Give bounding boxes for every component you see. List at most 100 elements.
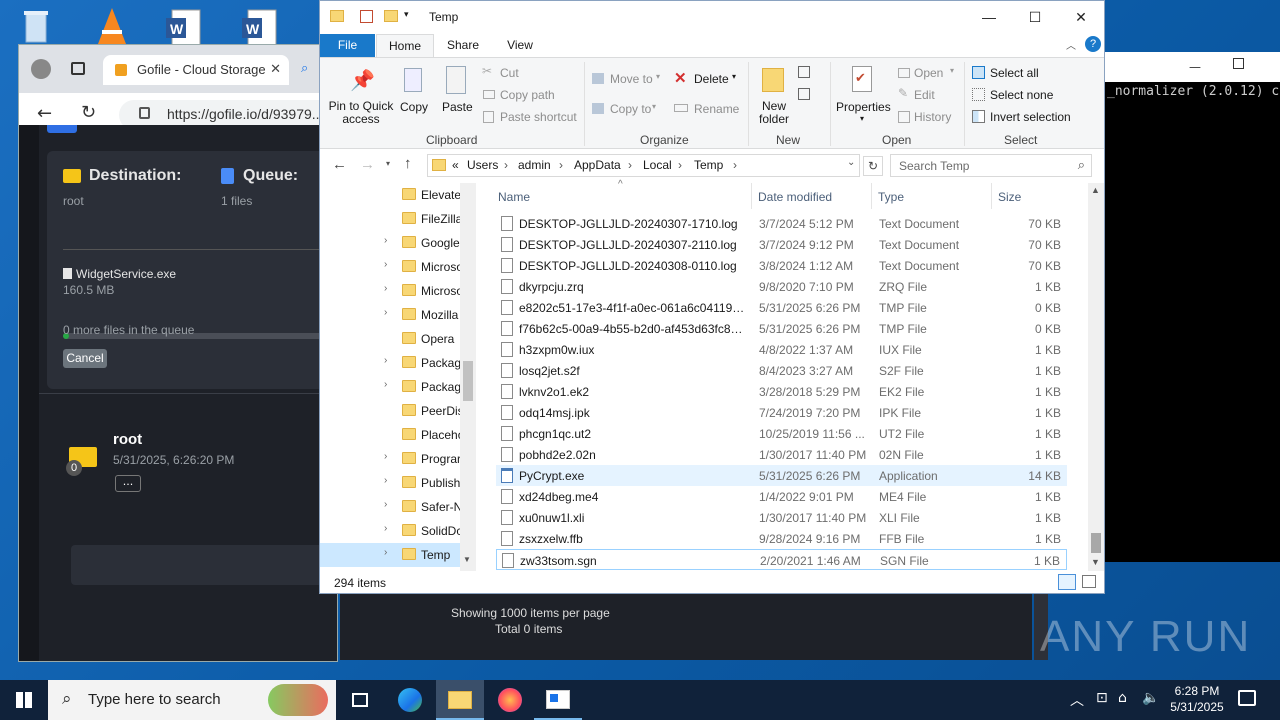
task-view-icon[interactable] xyxy=(336,680,384,720)
close-tab-icon[interactable]: ✕ xyxy=(270,61,281,77)
root-folder-item[interactable]: 0 root 5/31/2025, 6:26:20 PM ... xyxy=(63,425,333,495)
wifi-icon[interactable]: ⌂ xyxy=(1118,690,1127,706)
column-header-type[interactable]: Type xyxy=(878,190,904,204)
nav-scroll-thumb[interactable] xyxy=(463,361,473,401)
expand-chevron-icon[interactable]: › xyxy=(384,283,387,294)
new-item-button[interactable] xyxy=(796,64,820,82)
show-hidden-icons[interactable]: ︿ xyxy=(1070,690,1084,710)
cut-button[interactable]: ✂ Cut xyxy=(480,64,570,82)
nav-item-opera[interactable]: Opera xyxy=(320,327,465,351)
crumb-appdata[interactable]: AppData xyxy=(574,158,621,172)
nav-scrollbar[interactable]: ▼ xyxy=(460,183,476,571)
expand-chevron-icon[interactable]: › xyxy=(384,547,387,558)
expand-chevron-icon[interactable]: › xyxy=(384,451,387,462)
nav-forward-icon[interactable]: → xyxy=(360,156,375,173)
vlc-icon[interactable] xyxy=(90,4,134,48)
file-row[interactable]: xd24dbeg.me4 1/4/2022 9:01 PM ME4 File 1 KB xyxy=(496,486,1067,507)
close-button[interactable]: ✕ xyxy=(1058,1,1104,33)
nav-item-temp[interactable]: › Temp xyxy=(320,543,465,567)
new-folder-qat-icon[interactable] xyxy=(384,10,398,22)
volume-icon[interactable]: 🔈 xyxy=(1142,690,1159,706)
terminal-maximize-icon[interactable] xyxy=(1233,58,1244,69)
file-list-scrollbar[interactable]: ▲ ▼ xyxy=(1088,183,1104,571)
file-row[interactable]: odq14msj.ipk 7/24/2019 7:20 PM IPK File 1 K… xyxy=(496,402,1067,423)
copy-button[interactable]: Copy xyxy=(396,62,432,122)
scroll-up-icon[interactable]: ▲ xyxy=(1091,185,1100,195)
crumb-users[interactable]: Users xyxy=(467,158,498,172)
minimize-button[interactable]: — xyxy=(966,1,1012,33)
paste-button[interactable]: Paste xyxy=(438,62,474,122)
maximize-button[interactable]: ☐ xyxy=(1012,1,1058,33)
file-row[interactable]: DESKTOP-JGLLJLD-20240307-1710.log 3/7/202… xyxy=(496,213,1067,234)
expand-chevron-icon[interactable]: › xyxy=(384,379,387,390)
invert-selection-button[interactable]: Invert selection xyxy=(972,108,1082,126)
file-row[interactable]: dkyrpcju.zrq 9/8/2020 7:10 PM ZRQ File 1 KB xyxy=(496,276,1067,297)
nav-item-packages-2[interactable]: › Packag xyxy=(320,375,465,399)
nav-item-safer-networking[interactable]: › Safer-N xyxy=(320,495,465,519)
file-explorer-taskbar-icon[interactable] xyxy=(436,680,484,720)
back-icon[interactable]: ← xyxy=(37,103,52,124)
history-button[interactable]: History xyxy=(896,108,958,126)
select-all-button[interactable]: Select all xyxy=(972,64,1072,82)
nav-up-icon[interactable]: ↑ xyxy=(404,155,412,172)
details-view-icon[interactable] xyxy=(1058,574,1076,590)
file-row[interactable]: lvknv2o1.ek2 3/28/2018 5:29 PM EK2 File 1 K… xyxy=(496,381,1067,402)
open-button[interactable]: Open ▾ xyxy=(896,64,958,82)
tab-share[interactable]: Share xyxy=(438,34,488,57)
file-row-focused[interactable]: zw33tsom.sgn 2/20/2021 1:46 AM SGN File 1 K… xyxy=(496,549,1067,570)
crumb-temp[interactable]: Temp xyxy=(694,158,723,172)
recent-locations-icon[interactable]: ▾ xyxy=(386,159,390,168)
easy-access-button[interactable] xyxy=(796,86,820,104)
expand-chevron-icon[interactable]: › xyxy=(384,259,387,270)
nav-item-peerdist[interactable]: PeerDis xyxy=(320,399,465,423)
notifications-icon[interactable] xyxy=(1238,690,1256,706)
delete-button[interactable]: ✕ Delete ▾ xyxy=(674,70,740,88)
column-header-date[interactable]: Date modified xyxy=(758,190,832,204)
firefox-icon[interactable] xyxy=(486,680,534,720)
file-row[interactable]: pobhd2e2.02n 1/30/2017 11:40 PM 02N File 1 … xyxy=(496,444,1067,465)
start-button[interactable] xyxy=(0,680,48,720)
tab-file[interactable]: File xyxy=(320,34,375,57)
file-row[interactable]: losq2jet.s2f 8/4/2023 3:27 AM S2F File 1 KB xyxy=(496,360,1067,381)
cancel-button[interactable]: Cancel xyxy=(63,349,107,368)
nav-item-programs[interactable]: › Prograr xyxy=(320,447,465,471)
edge-icon[interactable] xyxy=(386,680,434,720)
move-to-button[interactable]: Move to ▾ xyxy=(592,70,662,88)
file-row[interactable]: e8202c51-17e3-4f1f-a0ec-061a6c041190.t..… xyxy=(496,297,1067,318)
nav-item-placeholder[interactable]: Placeho xyxy=(320,423,465,447)
search-tab-icon[interactable]: ⌕ xyxy=(301,61,308,76)
file-row[interactable]: DESKTOP-JGLLJLD-20240307-2110.log 3/7/202… xyxy=(496,234,1067,255)
tab-home[interactable]: Home xyxy=(376,34,434,57)
file-row[interactable]: h3zxpm0w.iux 4/8/2022 1:37 AM IUX File 1 KB xyxy=(496,339,1067,360)
profile-icon[interactable] xyxy=(31,59,51,79)
column-header-size[interactable]: Size xyxy=(998,190,1021,204)
terminal-taskbar-icon[interactable] xyxy=(534,680,582,720)
expand-chevron-icon[interactable]: › xyxy=(384,235,387,246)
expand-chevron-icon[interactable]: › xyxy=(384,355,387,366)
expand-chevron-icon[interactable]: › xyxy=(384,523,387,534)
file-row[interactable]: xu0nuw1l.xli 1/30/2017 11:40 PM XLI File 1 … xyxy=(496,507,1067,528)
refresh-icon[interactable]: ↻ xyxy=(863,156,883,176)
select-none-button[interactable]: Select none xyxy=(972,86,1072,104)
edit-button[interactable]: ✎ Edit xyxy=(896,86,958,104)
copy-path-button[interactable]: Copy path xyxy=(480,86,576,104)
tab-view[interactable]: View xyxy=(494,34,546,57)
properties-button[interactable]: ✔ Properties ▾ xyxy=(834,62,892,130)
crumb-admin[interactable]: admin xyxy=(518,158,551,172)
reload-icon[interactable]: ↻ xyxy=(81,102,96,123)
nav-item-microsoft[interactable]: › Microso xyxy=(320,255,465,279)
nav-back-icon[interactable]: ← xyxy=(332,156,347,173)
nav-scroll-down-icon[interactable]: ▼ xyxy=(463,555,471,564)
nav-item-mozilla[interactable]: › Mozilla xyxy=(320,303,465,327)
ribbon-collapse-icon[interactable]: ︿ xyxy=(1066,37,1076,52)
taskbar-search[interactable]: ⌕ Type here to search xyxy=(48,680,336,720)
nav-item-publishers[interactable]: › Publish xyxy=(320,471,465,495)
address-dropdown-icon[interactable]: ⌄ xyxy=(847,157,855,168)
paste-shortcut-button[interactable]: Paste shortcut xyxy=(480,108,580,126)
large-icons-view-icon[interactable] xyxy=(1082,575,1096,588)
crumb-local[interactable]: Local xyxy=(643,158,672,172)
clock[interactable]: 6:28 PM 5/31/2025 xyxy=(1166,684,1228,714)
nav-item-filezilla[interactable]: FileZilla xyxy=(320,207,465,231)
nav-item-soliddocuments[interactable]: › SolidDc xyxy=(320,519,465,543)
copy-to-button[interactable]: Copy to ▾ xyxy=(592,100,662,118)
